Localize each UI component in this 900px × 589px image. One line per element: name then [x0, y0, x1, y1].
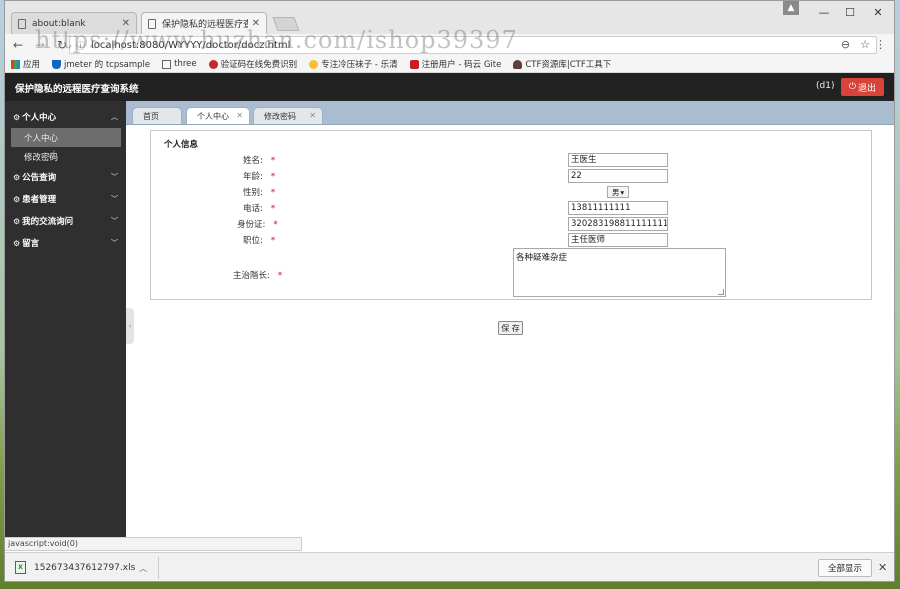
close-icon[interactable]: ✕	[122, 18, 130, 29]
gear-icon: ⚙	[13, 172, 21, 182]
name-field[interactable]: 王医生	[568, 153, 668, 167]
save-button[interactable]: 保 存	[498, 321, 523, 335]
phone-field[interactable]: 13811111111	[568, 201, 668, 215]
chevron-down-icon: ﹀	[111, 239, 118, 247]
id-card-label: 身份证: *	[237, 220, 278, 230]
bird-icon	[309, 59, 319, 69]
profile-icon[interactable]: ▲	[783, 1, 799, 15]
specialty-textarea[interactable]: 各种疑难杂症	[513, 248, 726, 297]
url-text: localhost:8080/WYYYY/doctor/docz.html	[91, 39, 291, 51]
tab-strip: about:blank ✕ 保护隐私的远程医疗查询 ✕ ▲ — ☐ ✕	[5, 1, 894, 34]
id-card-field[interactable]: 320283198811111111	[568, 217, 668, 231]
sidebar-group-announcements[interactable]: ⚙ 公告查询 ﹀	[5, 166, 126, 188]
gear-icon: ⚙	[13, 112, 21, 122]
gear-icon: ⚙	[13, 194, 21, 204]
download-filename: 152673437612797.xls	[34, 562, 136, 573]
age-field[interactable]: 22	[568, 169, 668, 183]
close-icon[interactable]: ✕	[878, 561, 887, 574]
dropdown-arrow-icon: ▾	[620, 187, 625, 197]
specialty-label: 主治階长: *	[233, 271, 283, 281]
browser-tab-blank[interactable]: about:blank ✕	[11, 12, 137, 34]
bookmark-captcha[interactable]: 验证码在线免费识别	[208, 58, 297, 70]
hand-cursor-icon: ☝	[49, 148, 56, 161]
show-all-downloads-button[interactable]: 全部显示	[818, 559, 872, 577]
page-icon	[18, 18, 26, 29]
menu-dots-icon[interactable]: ⋮	[875, 38, 886, 51]
bookmark-apps[interactable]: 应用	[11, 58, 40, 70]
excel-file-icon: X	[15, 561, 26, 574]
sidebar-group-patients[interactable]: ⚙ 患者管理 ﹀	[5, 188, 126, 210]
navigation-bar: ← → ↻ ⓘ localhost:8080/WYYYY/doctor/docz…	[5, 34, 894, 56]
sidebar-group-consultations[interactable]: ⚙ 我的交流询问 ﹀	[5, 210, 126, 232]
bookmarks-bar: 应用 jmeter 的 tcpsample three 验证码在线免费识别 专注…	[5, 56, 894, 73]
download-bar: X 152673437612797.xls ︿ 全部显示 ✕	[5, 552, 894, 581]
chevron-up-icon: ︿	[111, 113, 118, 121]
info-icon[interactable]: ⓘ	[76, 39, 85, 52]
forward-arrow-icon[interactable]: →	[31, 36, 49, 54]
gear-icon: ⚙	[13, 216, 21, 226]
main-content: ‹ 个人信息 姓名: * 王医生 年龄: * 22 性别: * 男 ▾ 电话: …	[126, 125, 894, 537]
collapse-sidebar-handle[interactable]: ‹	[126, 308, 134, 344]
bookmark-jmeter[interactable]: jmeter 的 tcpsample	[52, 58, 150, 70]
status-bar: javascript:void(0)	[5, 537, 302, 551]
gender-label: 性别: *	[243, 188, 276, 198]
close-icon[interactable]: ✕	[236, 111, 243, 120]
name-label: 姓名: *	[243, 156, 276, 166]
back-arrow-icon[interactable]: ←	[9, 36, 27, 54]
person-icon	[513, 59, 523, 69]
sidebar: ⚙ 个人中心 ︿ 个人中心 修改密码 ⚙ 公告查询 ﹀ ⚙ 患者管理 ﹀ ⚙ 我…	[5, 101, 126, 537]
position-label: 职位: *	[243, 236, 276, 246]
tab-personal-center[interactable]: 个人中心 ✕	[186, 107, 250, 124]
resize-grip-icon[interactable]	[718, 289, 724, 295]
apps-icon	[11, 59, 20, 69]
bookmark-socks[interactable]: 专注冷压袜子 - 乐清	[309, 58, 398, 70]
bookmark-gitee[interactable]: 注册用户 - 码云 Gite	[409, 58, 501, 70]
browser-window: about:blank ✕ 保护隐私的远程医疗查询 ✕ ▲ — ☐ ✕ ← → …	[4, 0, 895, 582]
download-item[interactable]: X 152673437612797.xls	[15, 561, 135, 574]
app-title: 保护隐私的远程医疗查询系统	[15, 84, 139, 95]
new-tab-button[interactable]	[272, 17, 300, 31]
sidebar-item-personal-center[interactable]: 个人中心	[11, 128, 121, 147]
tab-home[interactable]: 首页	[132, 107, 182, 124]
captcha-icon	[208, 59, 218, 69]
app-header: 保护隐私的远程医疗查询系统 (d1) ⏻ 退出	[5, 73, 894, 101]
age-label: 年龄: *	[243, 172, 276, 182]
power-icon: ⏻	[848, 82, 857, 92]
gear-icon: ⚙	[13, 238, 21, 248]
bookmark-ctf[interactable]: CTF资源库|CTF工具下	[513, 58, 611, 70]
tab-change-password[interactable]: 修改密码 ✕	[253, 107, 323, 124]
shield-icon	[52, 59, 62, 69]
zoom-icon[interactable]: ⊖	[841, 38, 850, 51]
bookmark-three[interactable]: three	[162, 59, 197, 69]
browser-tab-app[interactable]: 保护隐私的远程医疗查询 ✕	[141, 12, 267, 34]
close-icon[interactable]: ✕	[252, 18, 260, 29]
maximize-icon[interactable]: ☐	[835, 3, 865, 21]
current-user: (d1)	[816, 81, 835, 91]
page-icon	[148, 18, 156, 29]
chevron-down-icon: ﹀	[111, 217, 118, 225]
chevron-down-icon: ﹀	[111, 195, 118, 203]
personal-info-panel: 个人信息 姓名:* 王医生 年龄:* 22 性别:* 男 ▾ 电话:*	[150, 130, 872, 300]
browser-tab-title: about:blank	[32, 18, 86, 29]
sidebar-group-messages[interactable]: ⚙ 留言 ﹀	[5, 232, 126, 254]
browser-tab-title: 保护隐私的远程医疗查询	[162, 20, 248, 30]
divider	[158, 557, 159, 579]
logout-button[interactable]: ⏻ 退出	[841, 78, 884, 96]
bookmark-star-icon[interactable]: ☆	[860, 38, 870, 51]
panel-title: 个人信息	[164, 140, 199, 150]
chevron-up-icon[interactable]: ︿	[139, 563, 147, 574]
sidebar-group-personal[interactable]: ⚙ 个人中心 ︿	[5, 106, 126, 128]
gender-select[interactable]: 男 ▾	[607, 186, 629, 198]
page-icon	[162, 59, 172, 69]
gitee-icon	[409, 59, 419, 69]
phone-label: 电话: *	[243, 204, 276, 214]
sidebar-item-change-password[interactable]: 修改密码	[11, 147, 121, 166]
chevron-down-icon: ﹀	[111, 173, 118, 181]
content-tab-bar: 首页 个人中心 ✕ 修改密码 ✕	[126, 101, 894, 125]
address-bar[interactable]: ⓘ localhost:8080/WYYYY/doctor/docz.html …	[69, 36, 877, 54]
close-icon[interactable]: ✕	[309, 111, 316, 120]
position-field[interactable]: 主任医师	[568, 233, 668, 247]
window-close-icon[interactable]: ✕	[863, 3, 893, 21]
